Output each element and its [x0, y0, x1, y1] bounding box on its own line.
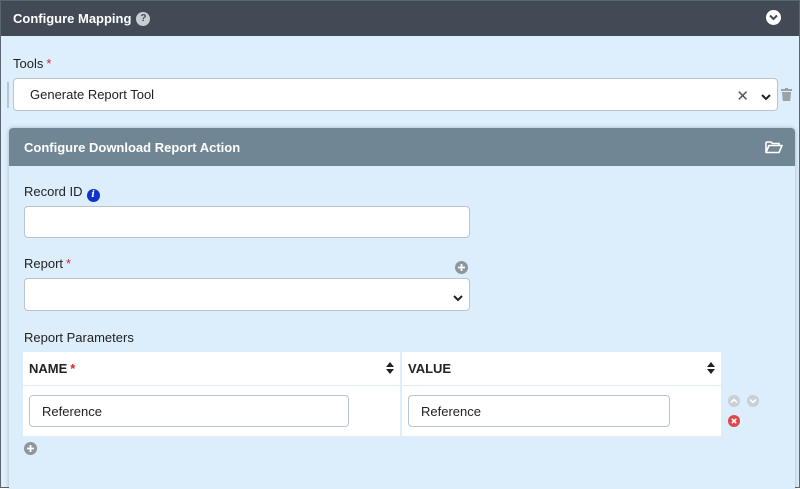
chevron-down-icon[interactable] [761, 89, 771, 104]
panel-title: Configure Download Report Action [24, 139, 241, 155]
move-up-icon[interactable] [728, 395, 740, 410]
tools-label-text: Tools [13, 56, 44, 71]
configure-mapping-header[interactable]: Configure Mapping ? [1, 1, 799, 36]
sort-icon[interactable] [386, 362, 394, 377]
panel-header[interactable]: Configure Download Report Action [9, 128, 795, 166]
chevron-down-icon[interactable] [453, 290, 463, 305]
add-parameter-icon[interactable] [24, 442, 37, 458]
tools-label: Tools * [13, 56, 51, 71]
tools-selected-value: Generate Report Tool [30, 87, 155, 102]
column-header-name[interactable]: NAME * [23, 352, 400, 385]
record-id-input[interactable] [24, 206, 470, 238]
clear-icon[interactable]: ✕ [736, 87, 749, 105]
report-select[interactable] [24, 278, 470, 311]
report-parameters-label: Report Parameters [24, 330, 134, 345]
configure-mapping-window: Configure Mapping ? Tools * Generate Repo… [0, 0, 800, 489]
table-row [23, 386, 400, 436]
required-mark: * [46, 56, 52, 71]
trash-icon[interactable] [781, 88, 792, 104]
folder-open-icon[interactable] [765, 140, 783, 157]
column-header-value-text: VALUE [408, 361, 452, 376]
required-mark: * [70, 361, 76, 376]
required-mark: * [66, 256, 72, 271]
record-id-label: Record ID i [24, 184, 100, 202]
sort-icon[interactable] [707, 362, 715, 377]
column-header-name-text: NAME [29, 361, 68, 376]
info-icon[interactable]: i [86, 188, 100, 202]
report-parameters-table: NAME * VALUE [23, 352, 721, 436]
header-title: Configure Mapping [13, 11, 132, 26]
report-label-text: Report [24, 256, 64, 271]
parameter-value-input[interactable] [408, 395, 670, 427]
add-report-icon[interactable] [455, 261, 468, 277]
parameter-name-input[interactable] [29, 395, 349, 427]
record-id-label-text: Record ID [24, 184, 83, 199]
collapse-chevron-icon[interactable] [766, 10, 781, 25]
remove-row-icon[interactable] [728, 415, 740, 430]
column-header-value[interactable]: VALUE [402, 352, 721, 385]
report-label: Report * [24, 256, 71, 271]
help-icon[interactable]: ? [136, 11, 151, 26]
table-row [402, 386, 721, 436]
drag-handle[interactable] [7, 82, 9, 108]
tools-select[interactable]: Generate Report Tool ✕ [13, 78, 778, 111]
move-down-icon[interactable] [747, 395, 759, 410]
